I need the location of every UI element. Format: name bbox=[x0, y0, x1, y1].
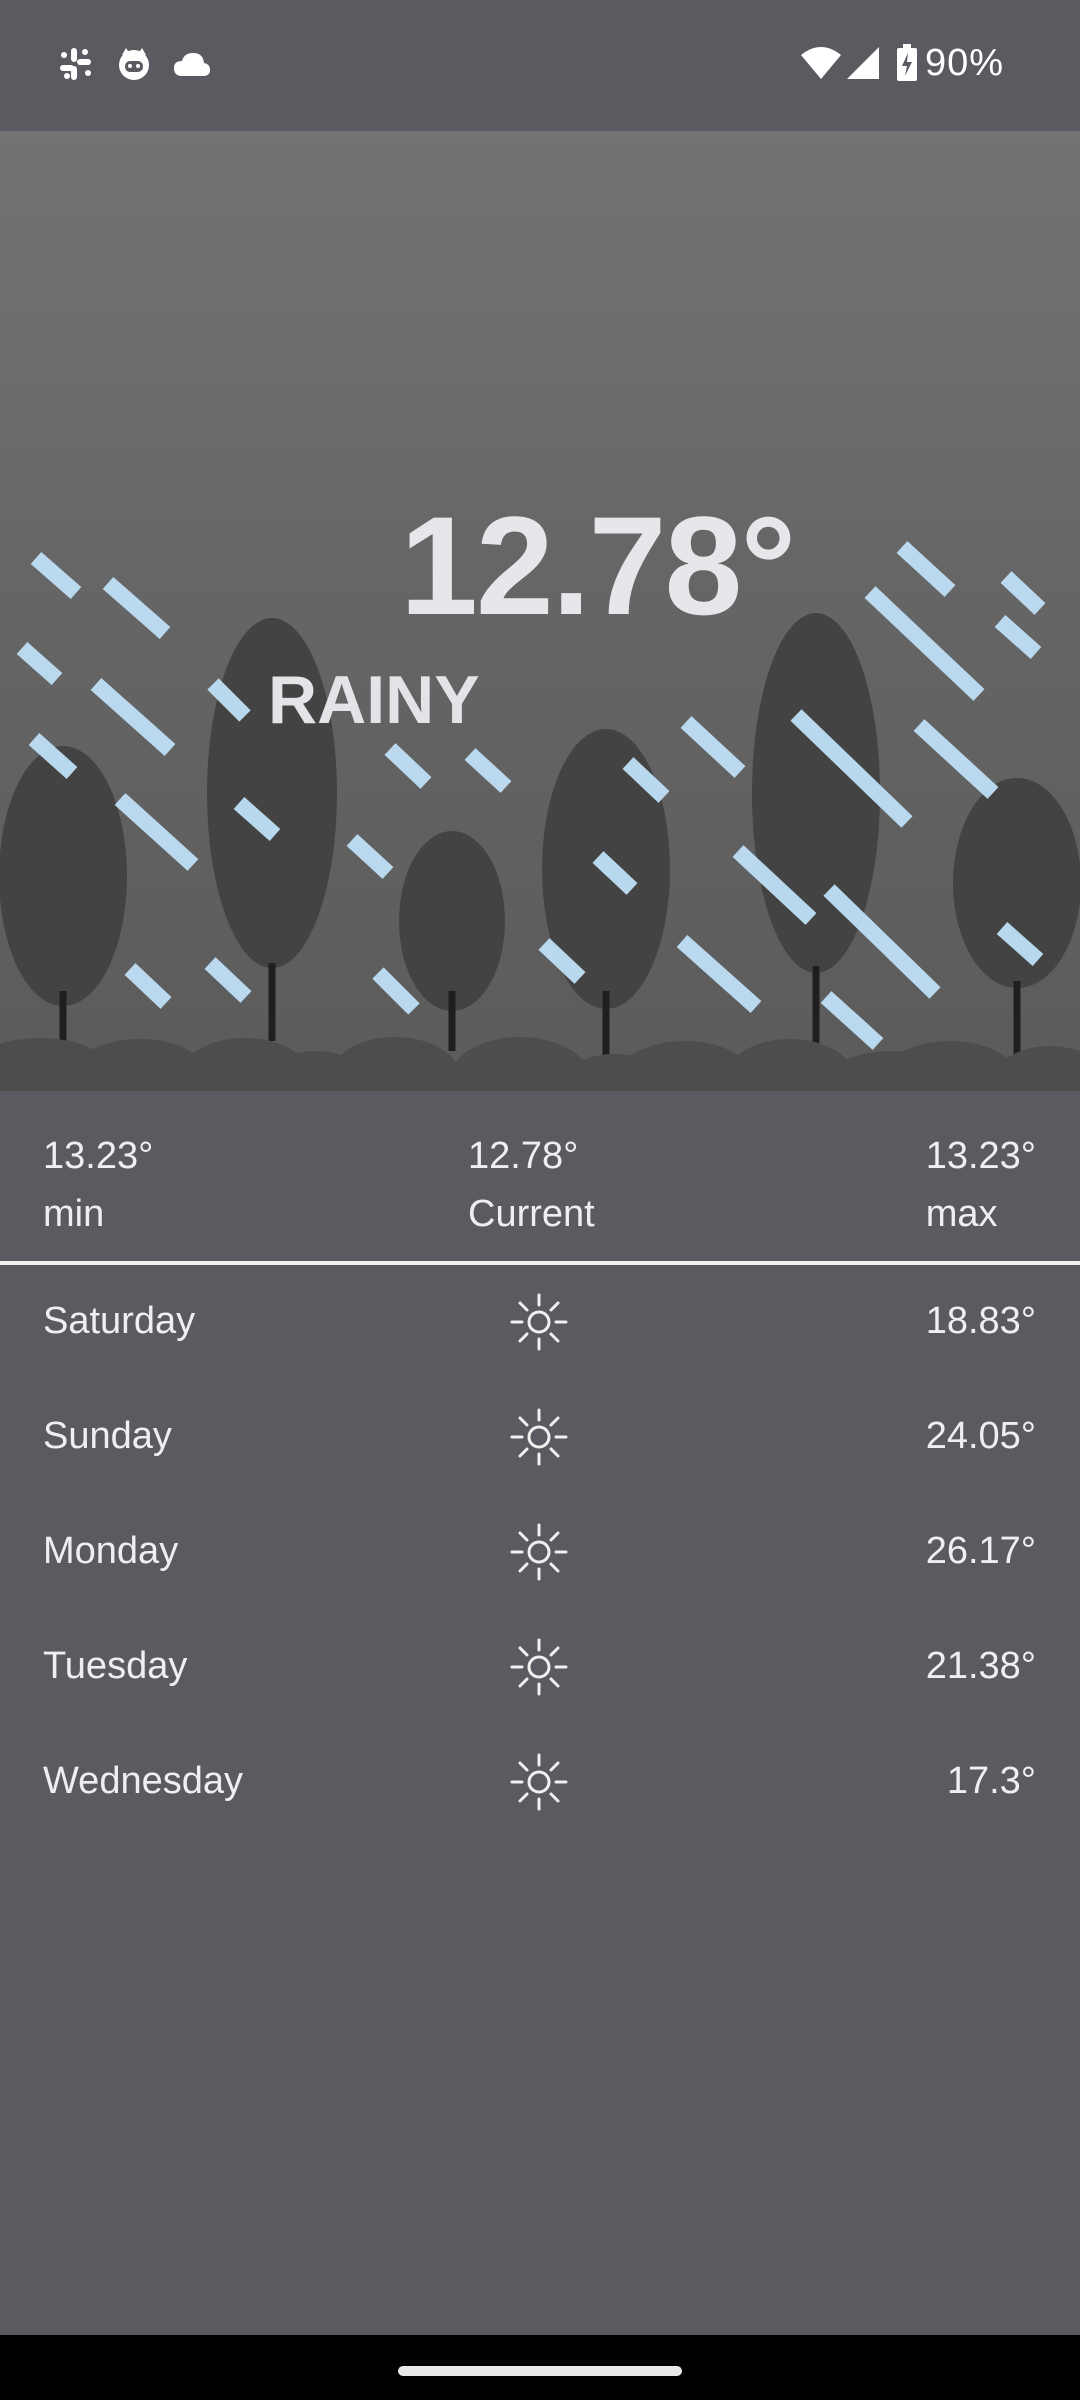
cellular-signal-icon bbox=[847, 47, 879, 79]
min-temperature: 13.23° min bbox=[43, 1127, 153, 1243]
temperature-summary: 13.23° min 12.78° Current 13.23° max bbox=[0, 1091, 1080, 1261]
forecast-list: Saturday 18.83° Sunday 24.05° Monday 26.… bbox=[0, 1265, 1080, 1840]
weather-condition: RAINY bbox=[268, 662, 480, 738]
current-label: Current bbox=[468, 1193, 595, 1235]
current-value: 12.78° bbox=[468, 1135, 579, 1177]
max-temperature: 13.23° max bbox=[926, 1127, 1036, 1243]
home-gesture-handle[interactable] bbox=[398, 2366, 682, 2376]
forecast-row-sunday[interactable]: Sunday 24.05° bbox=[0, 1380, 1080, 1495]
sun-icon bbox=[510, 1408, 568, 1466]
forecast-day: Tuesday bbox=[43, 1645, 188, 1687]
forecast-temp: 24.05° bbox=[925, 1415, 1036, 1457]
sun-icon bbox=[510, 1638, 568, 1696]
battery-charging-icon bbox=[897, 44, 917, 81]
weather-hero: 12.78° RAINY bbox=[0, 131, 1080, 1091]
status-bar: 90% bbox=[0, 0, 1080, 131]
cat-face-icon bbox=[119, 48, 149, 80]
min-label: min bbox=[43, 1193, 105, 1235]
max-label: max bbox=[925, 1193, 998, 1235]
forecast-row-tuesday[interactable]: Tuesday 21.38° bbox=[0, 1610, 1080, 1725]
sun-icon bbox=[510, 1753, 568, 1811]
current-temperature-summary: 12.78° Current bbox=[468, 1127, 595, 1243]
current-temperature: 12.78° bbox=[400, 487, 796, 644]
forecast-temp: 26.17° bbox=[925, 1530, 1036, 1572]
max-value: 13.23° bbox=[925, 1135, 1036, 1177]
sun-icon bbox=[510, 1293, 568, 1351]
forecast-row-monday[interactable]: Monday 26.17° bbox=[0, 1495, 1080, 1610]
forecast-temp: 21.38° bbox=[925, 1645, 1036, 1687]
min-value: 13.23° bbox=[43, 1135, 154, 1177]
cloud-icon bbox=[174, 53, 210, 76]
wifi-icon bbox=[801, 47, 841, 79]
forecast-row-wednesday[interactable]: Wednesday 17.3° bbox=[0, 1725, 1080, 1840]
forecast-temp: 17.3° bbox=[946, 1760, 1036, 1802]
forecast-temp: 18.83° bbox=[925, 1300, 1036, 1342]
forecast-row-saturday[interactable]: Saturday 18.83° bbox=[0, 1265, 1080, 1380]
battery-percentage: 90% bbox=[924, 42, 1004, 84]
slack-icon bbox=[60, 48, 91, 80]
forecast-day: Sunday bbox=[43, 1415, 172, 1457]
sun-icon bbox=[510, 1523, 568, 1581]
forecast-day: Monday bbox=[43, 1530, 179, 1572]
navigation-bar bbox=[0, 2335, 1080, 2400]
forecast-day: Wednesday bbox=[43, 1760, 243, 1802]
forecast-day: Saturday bbox=[43, 1300, 196, 1342]
